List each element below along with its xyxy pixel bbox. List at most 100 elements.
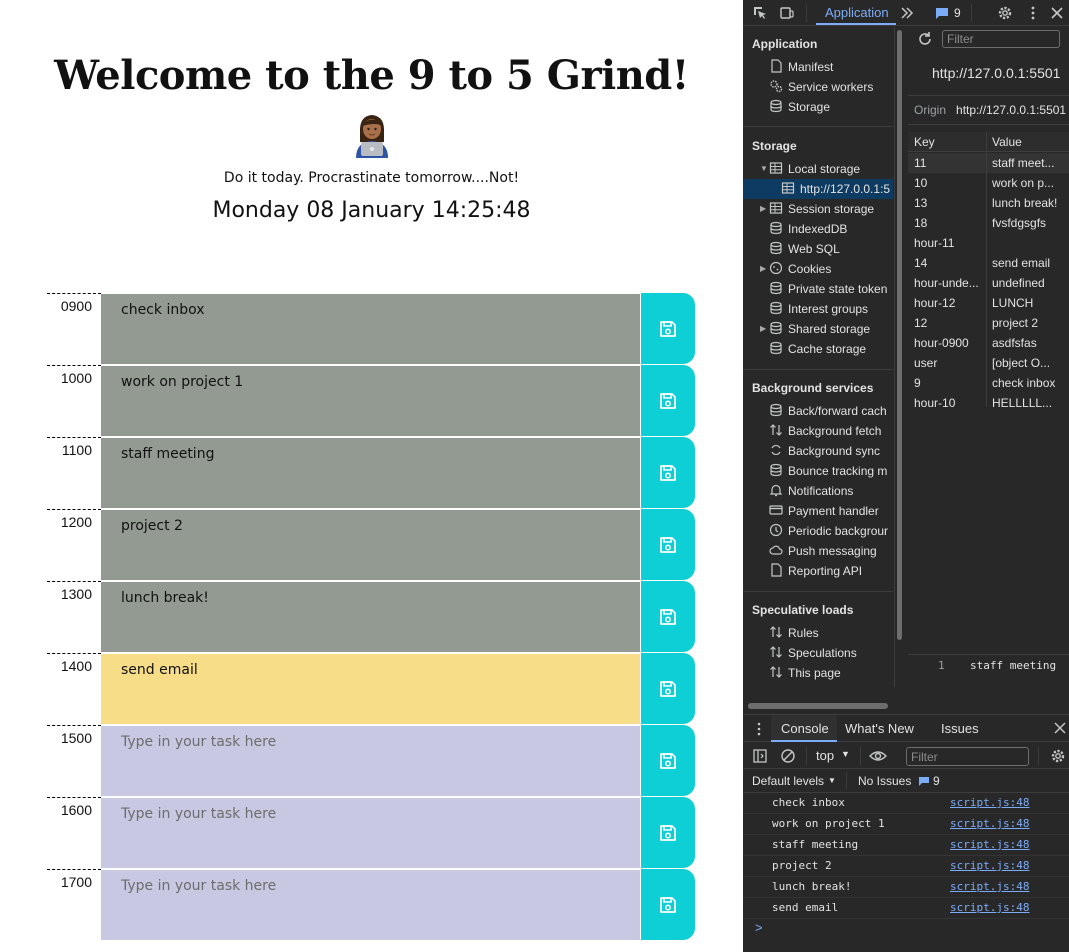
console-prompt[interactable]: > bbox=[755, 920, 763, 935]
sidebar-item-web-sql[interactable]: Web SQL bbox=[769, 241, 840, 259]
storage-table-row[interactable]: user [object O... bbox=[908, 353, 1069, 373]
storage-table-row[interactable]: 9 check inbox bbox=[908, 373, 1069, 393]
sidebar-horizontal-scrollbar[interactable] bbox=[748, 703, 888, 709]
sidebar-item-speculations[interactable]: Speculations bbox=[769, 645, 857, 663]
more-options-icon[interactable] bbox=[1025, 5, 1041, 21]
no-issues-text[interactable]: No Issues bbox=[858, 774, 911, 788]
sidebar-item-indexeddb[interactable]: IndexedDB bbox=[769, 221, 847, 239]
storage-table-row[interactable]: 18 fvsfdgsgfs bbox=[908, 213, 1069, 233]
sidebar-item-rules[interactable]: Rules bbox=[769, 625, 819, 643]
task-textarea[interactable]: Type in your task here bbox=[101, 869, 641, 940]
settings-gear-icon[interactable] bbox=[997, 5, 1013, 21]
collapsed-triangle-icon[interactable]: ▶ bbox=[760, 264, 766, 273]
task-textarea[interactable]: send email bbox=[101, 653, 641, 724]
storage-value: LUNCH bbox=[992, 296, 1034, 310]
sidebar-item-cookies[interactable]: Cookies bbox=[769, 261, 831, 279]
refresh-icon[interactable] bbox=[917, 31, 933, 47]
console-issues-count[interactable]: 9 bbox=[933, 774, 940, 788]
context-dropdown-icon[interactable]: ▼ bbox=[841, 749, 850, 759]
value-column-header[interactable]: Value bbox=[992, 135, 1022, 149]
levels-dropdown-icon[interactable]: ▼ bbox=[828, 776, 836, 785]
close-devtools-icon[interactable] bbox=[1049, 5, 1065, 21]
inspect-element-icon[interactable] bbox=[752, 5, 768, 21]
sidebar-item-cache-storage[interactable]: Cache storage bbox=[769, 341, 866, 359]
task-textarea[interactable]: staff meeting bbox=[101, 437, 641, 508]
storage-table-row[interactable]: hour-10 HELLLLL... bbox=[908, 393, 1069, 413]
sidebar-item-reporting-api[interactable]: Reporting API bbox=[769, 563, 862, 581]
storage-filter-input[interactable]: Filter bbox=[942, 30, 1060, 48]
storage-table-row[interactable]: hour-0900 asdfsfas bbox=[908, 333, 1069, 353]
context-selector[interactable]: top bbox=[816, 748, 834, 763]
sidebar-item-manifest[interactable]: Manifest bbox=[769, 59, 833, 77]
sidebar-item-service-workers[interactable]: Service workers bbox=[769, 79, 873, 97]
console-filter-input[interactable]: Filter bbox=[906, 747, 1029, 766]
device-toolbar-icon[interactable] bbox=[779, 5, 795, 21]
save-button[interactable] bbox=[641, 797, 695, 868]
log-source-link[interactable]: script.js:48 bbox=[950, 796, 1029, 809]
default-levels-dropdown[interactable]: Default levels bbox=[752, 774, 824, 788]
sidebar-item-periodic-backgrour[interactable]: Periodic backgrour bbox=[769, 523, 888, 541]
gears-icon bbox=[770, 80, 783, 93]
save-button[interactable] bbox=[641, 581, 695, 652]
sidebar-item-payment-handler[interactable]: Payment handler bbox=[769, 503, 879, 521]
log-source-link[interactable]: script.js:48 bbox=[950, 817, 1029, 830]
issues-message-icon[interactable] bbox=[935, 7, 949, 19]
sidebar-item-storage[interactable]: Storage bbox=[769, 99, 830, 117]
storage-table-row[interactable]: 10 work on p... bbox=[908, 173, 1069, 193]
sidebar-item-back-forward-cach[interactable]: Back/forward cach bbox=[769, 403, 887, 421]
sidebar-scrollbar[interactable] bbox=[897, 30, 902, 640]
log-source-link[interactable]: script.js:48 bbox=[950, 859, 1029, 872]
sidebar-item-this-page[interactable]: This page bbox=[769, 665, 841, 683]
sidebar-item-label: Background fetch bbox=[788, 424, 882, 438]
log-source-link[interactable]: script.js:48 bbox=[950, 838, 1029, 851]
log-source-link[interactable]: script.js:48 bbox=[950, 880, 1029, 893]
sidebar-item-local-storage[interactable]: Local storage bbox=[769, 161, 860, 179]
collapsed-triangle-icon[interactable]: ▶ bbox=[760, 324, 766, 333]
task-textarea[interactable]: lunch break! bbox=[101, 581, 641, 652]
console-settings-gear-icon[interactable] bbox=[1050, 748, 1066, 764]
issues-count[interactable]: 9 bbox=[954, 6, 961, 20]
sidebar-toggle-icon[interactable] bbox=[752, 748, 768, 764]
save-button[interactable] bbox=[641, 869, 695, 940]
storage-table-row[interactable]: hour-12 LUNCH bbox=[908, 293, 1069, 313]
save-button[interactable] bbox=[641, 653, 695, 724]
sidebar-item-shared-storage[interactable]: Shared storage bbox=[769, 321, 870, 339]
task-textarea[interactable]: Type in your task here bbox=[101, 725, 641, 796]
save-button[interactable] bbox=[641, 509, 695, 580]
save-button[interactable] bbox=[641, 437, 695, 508]
storage-table-row[interactable]: hour-11 bbox=[908, 233, 1069, 253]
tab-issues[interactable]: Issues bbox=[941, 721, 979, 736]
storage-table-row[interactable]: 14 send email bbox=[908, 253, 1069, 273]
save-button[interactable] bbox=[641, 365, 695, 436]
task-textarea[interactable]: check inbox bbox=[101, 293, 641, 364]
save-button[interactable] bbox=[641, 725, 695, 796]
save-button[interactable] bbox=[641, 293, 695, 364]
tab-whats-new[interactable]: What's New bbox=[845, 721, 914, 736]
sidebar-item-bounce-tracking-m[interactable]: Bounce tracking m bbox=[769, 463, 887, 481]
sidebar-item-notifications[interactable]: Notifications bbox=[769, 483, 853, 501]
drawer-menu-icon[interactable] bbox=[753, 722, 765, 736]
live-expression-eye-icon[interactable] bbox=[869, 748, 887, 764]
storage-table-row[interactable]: hour-unde... undefined bbox=[908, 273, 1069, 293]
sidebar-item-background-fetch[interactable]: Background fetch bbox=[769, 423, 881, 441]
storage-table-row[interactable]: 11 staff meet... bbox=[908, 153, 1069, 173]
task-textarea[interactable]: work on project 1 bbox=[101, 365, 641, 436]
more-tabs-chevron-icon[interactable] bbox=[899, 5, 915, 21]
collapsed-triangle-icon[interactable]: ▶ bbox=[760, 204, 766, 213]
storage-table-row[interactable]: 13 lunch break! bbox=[908, 193, 1069, 213]
task-textarea[interactable]: project 2 bbox=[101, 509, 641, 580]
task-textarea[interactable]: Type in your task here bbox=[101, 797, 641, 868]
clear-console-icon[interactable] bbox=[780, 748, 796, 764]
close-drawer-icon[interactable] bbox=[1054, 722, 1066, 734]
sidebar-item-local-storage-origin[interactable]: http://127.0.0.1:5 bbox=[743, 179, 893, 199]
key-column-header[interactable]: Key bbox=[914, 135, 935, 149]
storage-table-row[interactable]: 12 project 2 bbox=[908, 313, 1069, 333]
tab-console[interactable]: Console bbox=[781, 721, 829, 736]
sidebar-item-background-sync[interactable]: Background sync bbox=[769, 443, 880, 461]
sidebar-item-interest-groups[interactable]: Interest groups bbox=[769, 301, 868, 319]
sidebar-item-push-messaging[interactable]: Push messaging bbox=[769, 543, 877, 561]
log-source-link[interactable]: script.js:48 bbox=[950, 901, 1029, 914]
expanded-triangle-icon[interactable]: ▼ bbox=[760, 164, 768, 173]
sidebar-item-private-state-token[interactable]: Private state token bbox=[769, 281, 887, 299]
sidebar-item-session-storage[interactable]: Session storage bbox=[769, 201, 874, 219]
